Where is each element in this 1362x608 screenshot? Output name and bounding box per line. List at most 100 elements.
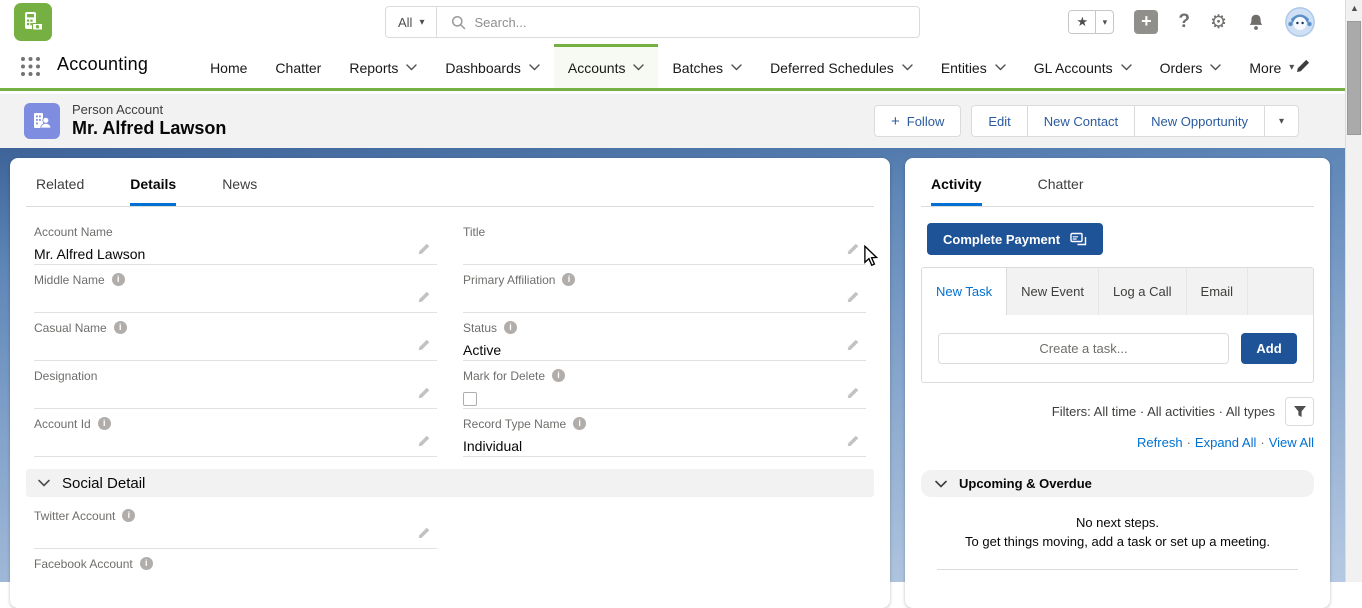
info-icon[interactable]: i xyxy=(552,369,565,382)
setup-gear-icon[interactable]: ⚙ xyxy=(1210,11,1227,34)
filter-button[interactable] xyxy=(1285,397,1314,426)
filters-summary: Filters: All time · All activities · All… xyxy=(1052,404,1275,419)
refresh-link[interactable]: Refresh xyxy=(1137,435,1183,450)
edit-pencil-icon[interactable] xyxy=(846,338,860,352)
search-icon xyxy=(437,15,474,30)
section-social-detail[interactable]: Social Detail xyxy=(26,469,874,497)
activity-panel-card: Activity Chatter Complete Payment New Ta… xyxy=(905,158,1330,608)
tab-activity[interactable]: Activity xyxy=(931,176,982,206)
edit-pencil-icon[interactable] xyxy=(846,386,860,400)
activity-empty-state: No next steps. To get things moving, add… xyxy=(921,513,1314,551)
global-actions-icon[interactable]: + xyxy=(1134,10,1158,34)
edit-button[interactable]: Edit xyxy=(972,106,1026,136)
nav-tab-dashboards[interactable]: Dashboards xyxy=(431,44,554,88)
header-utility-icons: ★ ▾ + ? ⚙ xyxy=(1068,0,1315,44)
edit-pencil-icon[interactable] xyxy=(846,290,860,304)
edit-pencil-icon[interactable] xyxy=(417,290,431,304)
field-account-name: Account Name Mr. Alfred Lawson xyxy=(34,217,437,265)
info-icon[interactable]: i xyxy=(114,321,127,334)
notifications-bell-icon[interactable] xyxy=(1247,13,1265,32)
create-task-input[interactable] xyxy=(938,333,1229,364)
favorites-chevron-icon[interactable]: ▾ xyxy=(1095,11,1113,33)
new-opportunity-button[interactable]: New Opportunity xyxy=(1134,106,1264,136)
info-icon[interactable]: i xyxy=(573,417,586,430)
chevron-down-icon xyxy=(935,480,947,488)
expand-all-link[interactable]: Expand All xyxy=(1195,435,1256,450)
empty-state-line2: To get things moving, add a task or set … xyxy=(921,532,1314,551)
view-all-link[interactable]: View All xyxy=(1269,435,1314,450)
app-navigation-bar: Accounting Home Chatter Reports Dashboar… xyxy=(0,44,1345,91)
payment-card-icon xyxy=(1070,232,1087,246)
app-logo-icon[interactable] xyxy=(14,3,52,41)
tab-log-a-call[interactable]: Log a Call xyxy=(1099,268,1187,315)
tab-news[interactable]: News xyxy=(222,176,257,206)
nav-tab-deferred-schedules[interactable]: Deferred Schedules xyxy=(756,44,927,88)
new-contact-button[interactable]: New Contact xyxy=(1027,106,1134,136)
tab-related[interactable]: Related xyxy=(36,176,84,206)
edit-pencil-icon[interactable] xyxy=(417,242,431,256)
tab-details[interactable]: Details xyxy=(130,176,176,206)
field-value: Active xyxy=(463,342,501,358)
mark-for-delete-checkbox[interactable] xyxy=(463,392,477,406)
edit-pencil-icon[interactable] xyxy=(846,434,860,448)
info-icon[interactable]: i xyxy=(504,321,517,334)
complete-payment-button[interactable]: Complete Payment xyxy=(927,223,1103,255)
search-scope-selector[interactable]: All ▾ xyxy=(386,7,437,37)
chevron-down-icon[interactable] xyxy=(633,64,644,71)
edit-pencil-icon[interactable] xyxy=(417,386,431,400)
app-launcher-waffle-icon[interactable] xyxy=(20,56,41,88)
info-icon[interactable]: i xyxy=(112,273,125,286)
nav-tab-entities[interactable]: Entities xyxy=(927,44,1020,88)
field-middle-name: Middle Namei xyxy=(34,265,437,313)
edit-navigation-pencil-icon[interactable] xyxy=(1295,58,1311,74)
chevron-down-icon xyxy=(38,479,50,487)
tab-new-event[interactable]: New Event xyxy=(1007,268,1099,315)
global-header: All ▾ ★ ▾ + ? ⚙ xyxy=(0,0,1345,44)
record-actions: + Follow Edit New Contact New Opportunit… xyxy=(874,105,1299,137)
section-upcoming-overdue[interactable]: Upcoming & Overdue xyxy=(921,470,1314,497)
tab-email[interactable]: Email xyxy=(1187,268,1249,315)
chevron-down-icon[interactable] xyxy=(1121,64,1132,71)
info-icon[interactable]: i xyxy=(122,509,135,522)
tab-new-task[interactable]: New Task xyxy=(922,268,1007,315)
nav-tab-reports[interactable]: Reports xyxy=(335,44,431,88)
add-task-button[interactable]: Add xyxy=(1241,333,1297,364)
person-account-icon xyxy=(24,103,60,139)
chevron-down-icon[interactable] xyxy=(529,64,540,71)
page-scrollbar[interactable]: ▲ xyxy=(1345,0,1362,582)
chevron-down-icon[interactable] xyxy=(1210,64,1221,71)
edit-pencil-icon[interactable] xyxy=(417,434,431,448)
nav-tab-batches[interactable]: Batches xyxy=(658,44,756,88)
record-entity-label: Person Account xyxy=(72,102,163,117)
edit-pencil-icon[interactable] xyxy=(417,338,431,352)
empty-state-line1: No next steps. xyxy=(921,513,1314,532)
info-icon[interactable]: i xyxy=(140,557,153,570)
info-icon[interactable]: i xyxy=(98,417,111,430)
info-icon[interactable]: i xyxy=(562,273,575,286)
field-title: Title xyxy=(463,217,866,265)
record-title: Mr. Alfred Lawson xyxy=(72,118,226,139)
detail-fields: Account Name Mr. Alfred Lawson Title Mid… xyxy=(26,217,874,457)
more-actions-caret[interactable]: ▾ xyxy=(1264,106,1298,136)
favorites-star-icon[interactable]: ★ xyxy=(1069,11,1095,33)
nav-tab-orders[interactable]: Orders xyxy=(1146,44,1236,88)
edit-pencil-icon[interactable] xyxy=(846,242,860,256)
chevron-down-icon[interactable] xyxy=(406,64,417,71)
edit-pencil-icon[interactable] xyxy=(417,526,431,540)
user-avatar[interactable] xyxy=(1285,7,1315,37)
nav-tab-gl-accounts[interactable]: GL Accounts xyxy=(1020,44,1146,88)
chevron-down-icon[interactable] xyxy=(902,64,913,71)
chevron-down-icon[interactable] xyxy=(731,64,742,71)
field-primary-affiliation: Primary Affiliationi xyxy=(463,265,866,313)
chevron-down-icon[interactable] xyxy=(995,64,1006,71)
field-facebook-account: Facebook Accounti xyxy=(34,549,437,597)
nav-tab-chatter[interactable]: Chatter xyxy=(261,44,335,88)
follow-button[interactable]: + Follow xyxy=(874,105,961,137)
scrollbar-thumb[interactable] xyxy=(1347,21,1361,135)
nav-tab-home[interactable]: Home xyxy=(196,44,261,88)
nav-tab-accounts[interactable]: Accounts xyxy=(554,44,659,88)
scroll-up-arrow[interactable]: ▲ xyxy=(1346,3,1362,13)
tab-chatter[interactable]: Chatter xyxy=(1038,176,1084,206)
search-input[interactable] xyxy=(474,15,919,30)
help-icon[interactable]: ? xyxy=(1178,11,1190,33)
